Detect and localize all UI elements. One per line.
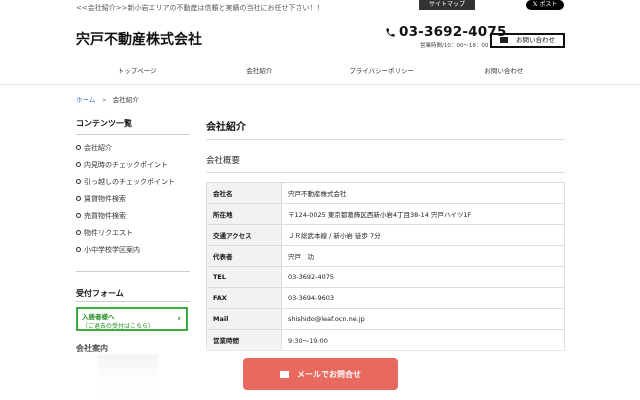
table-row: TEL 03-3692-4075 xyxy=(206,266,565,288)
x-post-label: ポスト xyxy=(539,1,558,8)
sidebar-item-label: 賃貸物件検索 xyxy=(84,194,126,203)
table-row: FAX 03-3694-9603 xyxy=(206,287,565,309)
row-value: ＪＲ総武本線 / 新小岩 徒歩 7分 xyxy=(281,224,565,246)
row-label: 所在地 xyxy=(206,203,282,225)
sidebar-item-moving-checkpoints[interactable]: 引っ越しのチェックポイント xyxy=(76,173,190,190)
mail-contact-button[interactable]: メールでお問合せ xyxy=(243,358,398,390)
table-row: 交通アクセス ＪＲ総武本線 / 新小岩 徒歩 7分 xyxy=(206,224,565,246)
sidebar-item-rental-search[interactable]: 賃貸物件検索 xyxy=(76,190,190,207)
sidebar-item-sale-search[interactable]: 売買物件検索 xyxy=(76,207,190,224)
contact-button-label: お問い合わせ xyxy=(516,36,555,44)
row-value: 9:30～19:00 xyxy=(281,329,565,351)
contact-button[interactable]: お問い合わせ xyxy=(490,33,565,48)
sidebar-item-school-district[interactable]: 小中学校学区案内 xyxy=(76,241,190,258)
site-title[interactable]: 宍戸不動産株式会社 xyxy=(76,29,202,49)
sidebar-item-label: 引っ越しのチェックポイント xyxy=(84,177,175,186)
company-map-image xyxy=(98,355,158,400)
table-row: 代表者 宍戸 功 xyxy=(206,245,565,267)
table-row: 営業時間 9:30～19:00 xyxy=(206,329,565,351)
bullet-icon xyxy=(76,196,81,201)
nav-item-company[interactable]: 会社紹介 xyxy=(198,63,320,79)
sidebar-contents-heading: コンテンツ一覧 xyxy=(76,119,132,128)
sidebar-item-label: 会社紹介 xyxy=(84,143,112,152)
row-label: 代表者 xyxy=(206,245,282,267)
x-logo-icon: 𝕏 xyxy=(532,1,538,8)
phone-block[interactable]: 03-3692-4075 xyxy=(385,24,507,40)
sidebar-item-label: 内見時のチェックポイント xyxy=(84,160,168,169)
breadcrumb-current: 会社紹介 xyxy=(112,96,139,104)
title-divider xyxy=(206,139,565,140)
phone-icon xyxy=(386,27,395,37)
sidebar-company-heading: 会社案内 xyxy=(76,344,108,353)
business-hours: 営業時間/10：00～18：00 xyxy=(420,43,489,49)
nav-item-contact[interactable]: お問い合わせ xyxy=(443,63,565,79)
main-content: 会社紹介 会社概要 会社名 宍戸不動産株式会社 所在地 〒124-0025 東京都葛… xyxy=(206,118,565,351)
sidebar-menu: 会社紹介 内見時のチェックポイント 引っ越しのチェックポイント 賃貸物件検索 売… xyxy=(76,139,190,258)
breadcrumb: ホーム > 会社紹介 xyxy=(76,94,139,104)
row-value: 〒124-0025 東京都葛飾区西新小岩4丁目38-14 宍戸ハイツ1F xyxy=(281,203,565,225)
row-value: shishido@leaf.ocn.ne.jp xyxy=(281,308,565,330)
bullet-icon xyxy=(76,230,81,235)
sitemap-button[interactable]: サイトマップ xyxy=(419,0,475,10)
x-post-button[interactable]: 𝕏 ポスト xyxy=(526,0,564,10)
sidebar-item-company[interactable]: 会社紹介 xyxy=(76,139,190,156)
section-divider xyxy=(206,172,565,173)
sidebar: コンテンツ一覧 会社紹介 内見時のチェックポイント 引っ越しのチェックポイント … xyxy=(76,118,190,400)
sidebar-item-label: 小中学校学区案内 xyxy=(84,245,140,254)
bullet-icon xyxy=(76,162,81,167)
table-row: 所在地 〒124-0025 東京都葛飾区西新小岩4丁目38-14 宍戸ハイツ1F xyxy=(206,203,565,225)
tenant-form-button-subtitle: （ご退去の受付はこちら） xyxy=(82,323,155,330)
mail-contact-label: メールでお問合せ xyxy=(297,369,361,379)
breadcrumb-separator: > xyxy=(101,96,107,104)
sidebar-form-heading: 受付フォーム xyxy=(76,289,124,298)
row-value: 宍戸 功 xyxy=(281,245,565,267)
sidebar-item-label: 物件リクエスト xyxy=(84,228,133,237)
sidebar-divider xyxy=(76,134,190,135)
row-value: 宍戸不動産株式会社 xyxy=(281,182,565,204)
sidebar-divider xyxy=(76,301,190,302)
table-row: Mail shishido@leaf.ocn.ne.jp xyxy=(206,308,565,330)
tenant-form-button-title: 入居者様へ xyxy=(82,313,115,321)
row-label: 会社名 xyxy=(206,182,282,204)
row-value: 03-3692-4075 xyxy=(281,266,565,288)
row-label: Mail xyxy=(206,308,282,330)
sidebar-item-label: 売買物件検索 xyxy=(84,211,126,220)
mail-icon xyxy=(500,37,508,43)
row-value: 03-3694-9603 xyxy=(281,287,565,309)
chevron-right-icon: › xyxy=(177,314,181,324)
sidebar-divider xyxy=(76,271,190,272)
company-info-table: 会社名 宍戸不動産株式会社 所在地 〒124-0025 東京都葛飾区西新小岩4丁目3… xyxy=(206,182,565,351)
nav-item-privacy[interactable]: プライバシーポリシー xyxy=(321,63,443,79)
nav-divider xyxy=(0,84,640,85)
row-label: 営業時間 xyxy=(206,329,282,351)
nav-item-top[interactable]: トップページ xyxy=(76,63,198,79)
row-label: TEL xyxy=(206,266,282,288)
table-row: 会社名 宍戸不動産株式会社 xyxy=(206,182,565,204)
section-title: 会社概要 xyxy=(206,156,241,166)
global-nav: トップページ 会社紹介 プライバシーポリシー お問い合わせ xyxy=(76,63,565,79)
bullet-icon xyxy=(76,145,81,150)
row-label: FAX xyxy=(206,287,282,309)
breadcrumb-home-link[interactable]: ホーム xyxy=(76,96,95,104)
sidebar-item-viewing-checkpoints[interactable]: 内見時のチェックポイント xyxy=(76,156,190,173)
row-label: 交通アクセス xyxy=(206,224,282,246)
top-bar: <<会社紹介>>新小岩エリアの不動産は信頼と実績の当社にお任せ下さい！！ サイト… xyxy=(0,0,640,14)
bullet-icon xyxy=(76,213,81,218)
bullet-icon xyxy=(76,247,81,252)
site-tagline: <<会社紹介>>新小岩エリアの不動産は信頼と実績の当社にお任せ下さい！！ xyxy=(76,4,324,12)
bullet-icon xyxy=(76,179,81,184)
page-title: 会社紹介 xyxy=(206,122,246,133)
tenant-form-button[interactable]: 入居者様へ （ご退去の受付はこちら） › xyxy=(76,307,188,331)
mail-icon xyxy=(280,370,289,378)
sidebar-item-property-request[interactable]: 物件リクエスト xyxy=(76,224,190,241)
